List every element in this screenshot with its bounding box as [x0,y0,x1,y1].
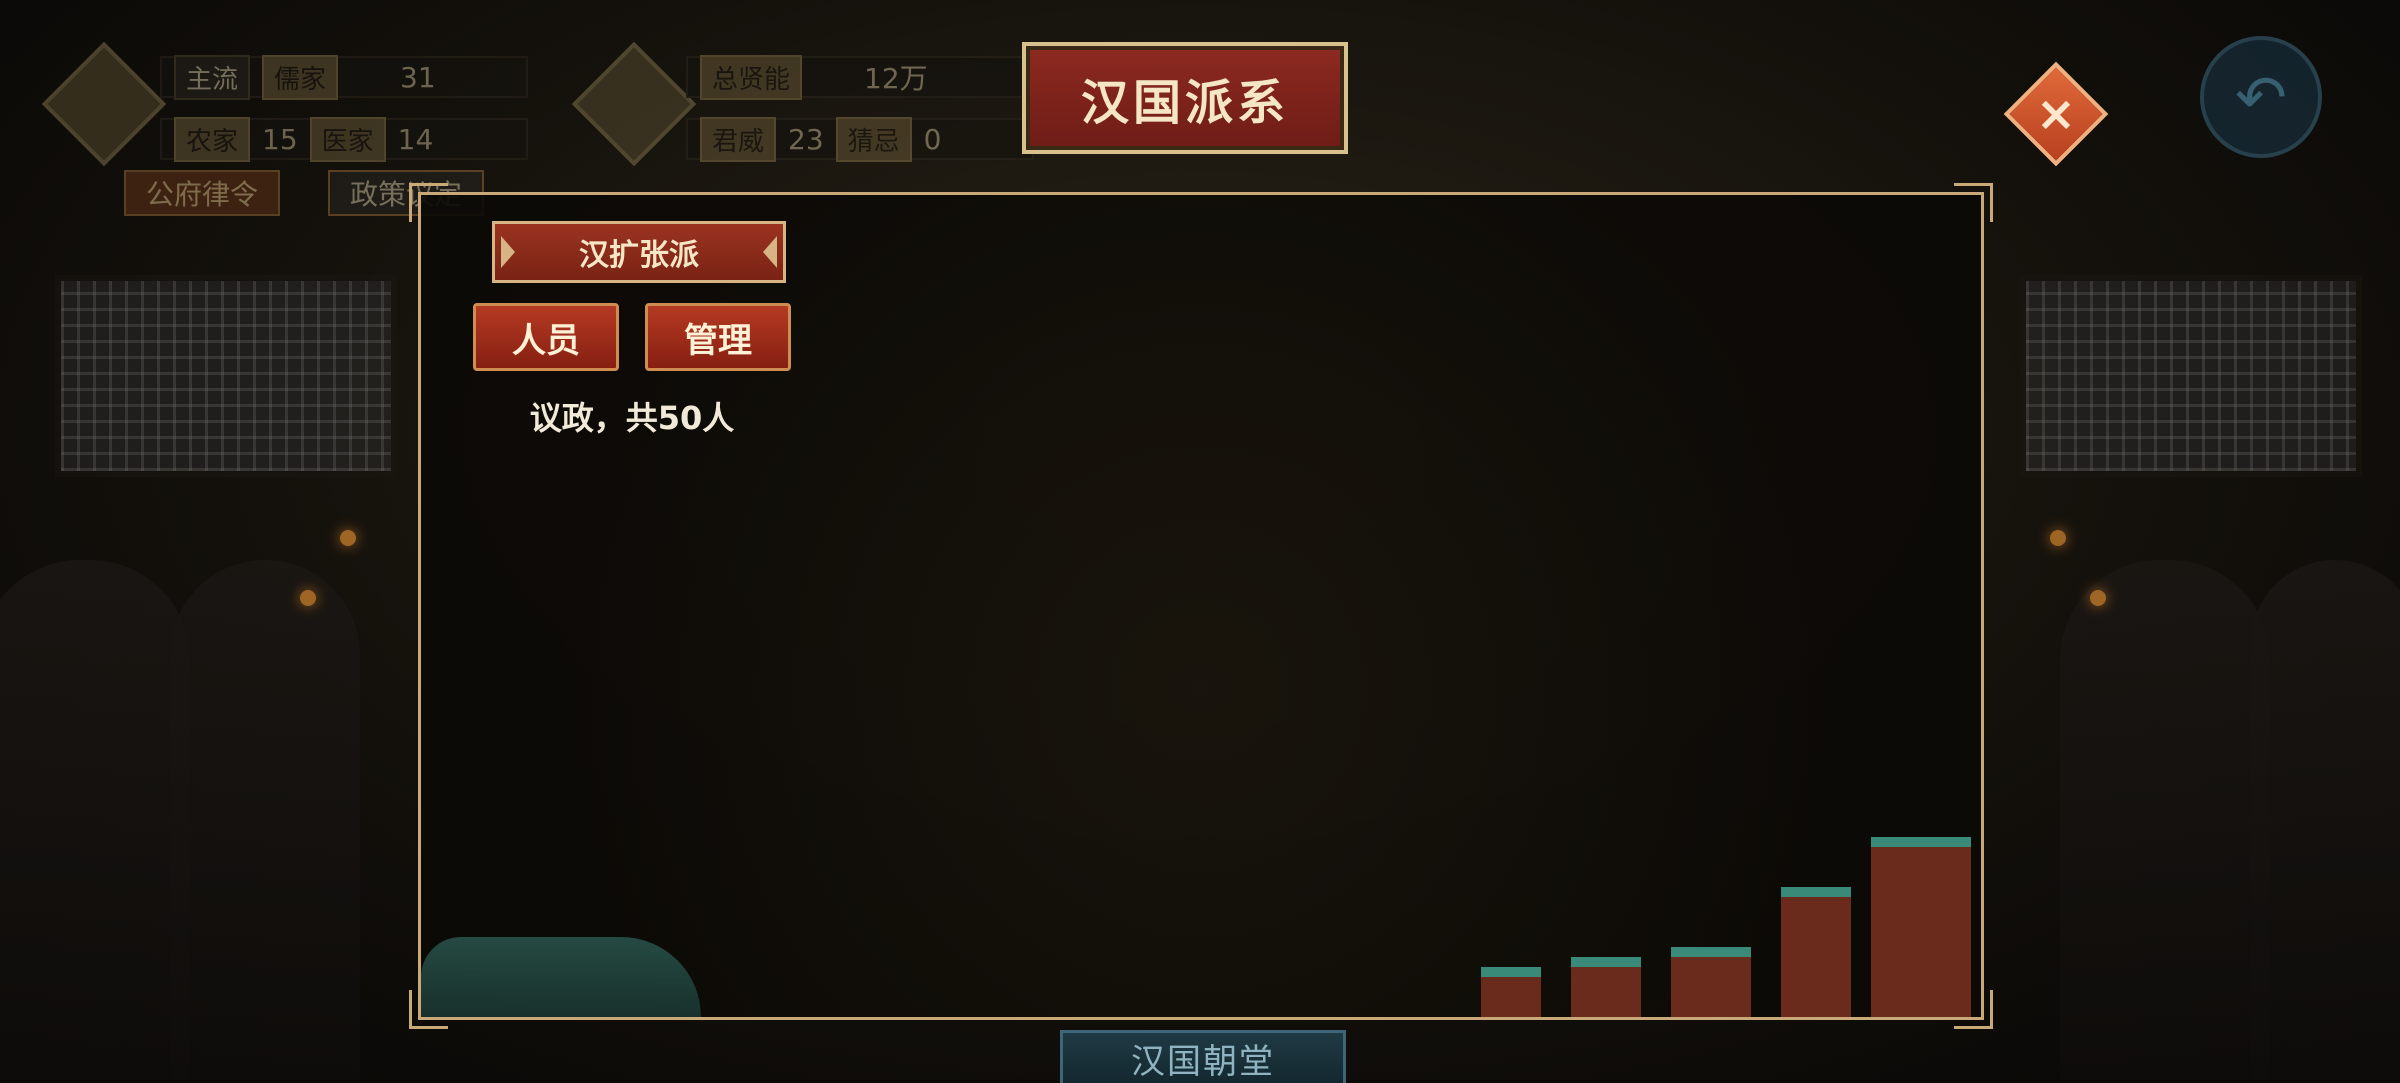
lantern-light [300,590,316,606]
pagoda-shape [1871,837,1971,1017]
pagoda-shape [1781,887,1851,1017]
tag-suspicion: 猜忌 [835,116,912,162]
faction-panel: 汉扩张派 人员 管理 议政，共50人 [409,183,1993,1029]
back-button[interactable]: ↶ [2200,36,2322,158]
background-figure [0,560,190,1080]
background-figure [2060,560,2270,1080]
court-tab[interactable]: 汉国朝堂 [1060,1030,1346,1083]
tag-confucian: 儒家 [262,54,339,100]
faction-name: 汉扩张派 [579,238,699,273]
hud-virtue-row: 总贤能 12万 [686,54,1034,100]
agriculturalist-count: 15 [262,122,298,156]
medical-count: 14 [397,122,434,156]
scroll-emblem-icon [41,41,167,167]
manage-button[interactable]: 管理 [645,303,791,371]
hud-authority-row: 君威 23 猜忌 0 [686,116,1034,162]
close-button[interactable]: × [2003,61,2109,167]
decorative-mountains [421,937,701,1017]
page-title: 汉国派系 [1022,42,1348,154]
background-figure [2250,560,2400,1080]
pagoda-shape [1671,947,1751,1017]
close-icon: × [2035,86,2077,142]
panel-corner [1954,183,1993,222]
hud-law-button[interactable]: 公府律令 [124,170,281,216]
pagoda-shape [1571,957,1641,1017]
hud-school-row-2: 农家 15 医家 14 [160,116,528,162]
panel-corner [409,183,448,222]
background-window-left [55,275,397,477]
authority-value: 23 [788,122,824,156]
background-window-right [2020,275,2362,477]
lantern-light [2090,590,2106,606]
pagoda-shape [1481,967,1541,1017]
tag-agriculturalist: 农家 [174,116,251,162]
total-talent-value: 12万 [864,62,928,95]
lantern-light [340,530,356,546]
tag-mainstream: 主流 [174,54,251,100]
emblem-icon [571,41,697,167]
hud-school-row: 主流 儒家 31 [160,54,528,100]
faction-info-text: 议政，共50人 [529,399,735,437]
tag-total-talent: 总贤能 [700,54,803,100]
suspicion-value: 0 [923,122,942,156]
lantern-light [2050,530,2066,546]
confucian-count: 31 [400,60,436,94]
tag-medical: 医家 [309,116,386,162]
background-figure [170,560,360,1080]
faction-name-tab[interactable]: 汉扩张派 [492,221,786,283]
decorative-palace [1421,827,1981,1017]
personnel-button[interactable]: 人员 [473,303,619,371]
back-arrow-icon: ↶ [2235,60,2287,134]
tag-authority: 君威 [700,116,777,162]
